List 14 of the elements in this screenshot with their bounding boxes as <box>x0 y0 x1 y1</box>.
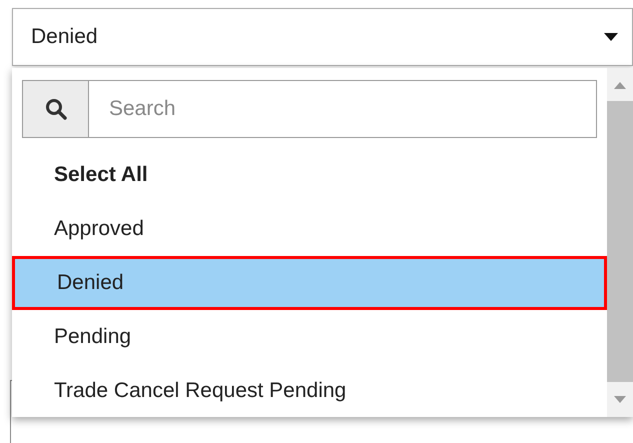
dropdown-option[interactable]: Approved <box>12 202 607 256</box>
search-icon <box>44 98 66 120</box>
caret-icon <box>604 33 618 41</box>
scrollbar[interactable] <box>607 68 633 417</box>
dropdown-option[interactable]: Pending <box>12 310 607 364</box>
scrollbar-thumb[interactable] <box>607 101 633 382</box>
select-all-option[interactable]: Select All <box>12 148 607 202</box>
dropdown-option[interactable]: Trade Cancel Request Pending <box>12 364 607 418</box>
search-field[interactable]: Search <box>89 80 597 138</box>
scroll-up-icon[interactable] <box>614 82 626 89</box>
status-dropdown[interactable]: Denied <box>12 8 633 66</box>
selected-value: Denied <box>31 24 99 50</box>
scroll-down-icon[interactable] <box>614 396 626 403</box>
dropdown-option[interactable]: Denied <box>12 256 607 310</box>
